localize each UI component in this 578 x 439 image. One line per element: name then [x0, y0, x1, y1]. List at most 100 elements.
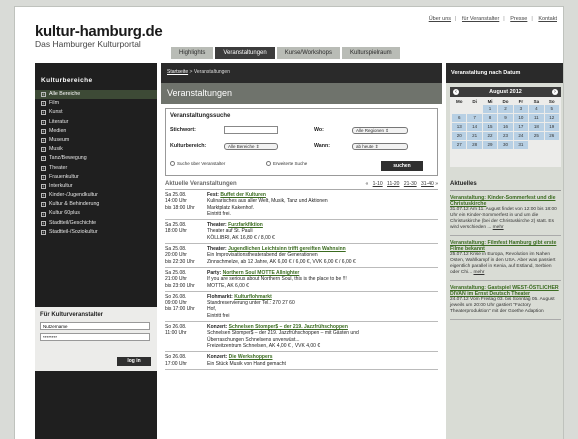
- calendar-day[interactable]: 28: [467, 141, 482, 149]
- pager-link[interactable]: 11-20: [387, 181, 399, 187]
- top-link-about[interactable]: Über uns: [429, 16, 451, 22]
- expand-icon[interactable]: +: [41, 211, 46, 217]
- when-select[interactable]: ab heute ⇕: [352, 143, 408, 150]
- event-title-link[interactable]: Buffet der Kulturen: [220, 192, 266, 198]
- expand-icon[interactable]: +: [41, 128, 46, 134]
- username-input[interactable]: [40, 322, 150, 330]
- news-more-link[interactable]: mehr: [473, 270, 484, 275]
- radio-extended-search[interactable]: Erweiterte Suche: [266, 161, 307, 166]
- radio-organizer-search[interactable]: Suche über Veranstalter: [170, 161, 225, 166]
- calendar-day[interactable]: 3: [513, 105, 529, 113]
- event-title-link[interactable]: Schnelsen Stomper$ – der 219. Jazzfrühsc…: [229, 324, 348, 330]
- calendar-day[interactable]: 20: [452, 132, 467, 140]
- news-title-link[interactable]: Veranstaltung: Filmfest Hamburg gibt ers…: [450, 240, 561, 252]
- calendar-day[interactable]: 27: [452, 141, 467, 149]
- expand-icon[interactable]: +: [41, 147, 46, 153]
- sidebar-item[interactable]: + Medien: [35, 127, 157, 136]
- calendar-day[interactable]: 31: [513, 141, 529, 149]
- pager-link[interactable]: 1-10: [373, 181, 383, 187]
- search-button[interactable]: suchen: [381, 161, 423, 171]
- tab-highlights[interactable]: Highlights: [171, 47, 214, 59]
- site-logo-title[interactable]: kultur-hamburg.de: [35, 23, 163, 40]
- calendar-day[interactable]: 7: [467, 114, 482, 122]
- next-month-icon[interactable]: ›: [552, 89, 558, 95]
- expand-icon[interactable]: +: [41, 119, 46, 125]
- calendar-day[interactable]: 18: [529, 123, 544, 131]
- tab-courses[interactable]: Kurse/Workshops: [276, 47, 340, 59]
- expand-icon[interactable]: +: [41, 229, 46, 235]
- login-button[interactable]: log in: [117, 357, 151, 366]
- pager-next-icon[interactable]: »: [435, 181, 438, 187]
- sidebar-item[interactable]: + Musik: [35, 145, 157, 154]
- pager-link[interactable]: 21-30: [404, 181, 417, 187]
- pager-prev-icon[interactable]: «: [365, 181, 368, 187]
- expand-icon[interactable]: +: [41, 202, 46, 208]
- sidebar-item[interactable]: + Kultur 60plus: [35, 209, 157, 218]
- sidebar-item[interactable]: + Tanz/Bewegung: [35, 154, 157, 163]
- calendar-day[interactable]: 8: [482, 114, 498, 122]
- calendar-day[interactable]: 11: [529, 114, 544, 122]
- expand-icon[interactable]: +: [41, 110, 46, 116]
- calendar-day[interactable]: 5: [544, 105, 559, 113]
- calendar-day[interactable]: 15: [482, 123, 498, 131]
- sidebar-item[interactable]: + Alle Bereiche: [35, 90, 157, 100]
- calendar-day[interactable]: 22: [482, 132, 498, 140]
- sidebar-item[interactable]: + Interkultur: [35, 182, 157, 191]
- expand-icon[interactable]: +: [41, 174, 46, 180]
- calendar-day[interactable]: 12: [544, 114, 559, 122]
- event-title-link[interactable]: Furzfarkfiktion: [228, 222, 263, 228]
- expand-icon[interactable]: +: [41, 165, 46, 171]
- sidebar-item[interactable]: + Theater: [35, 164, 157, 173]
- calendar-day[interactable]: 30: [498, 141, 513, 149]
- calendar-day[interactable]: 14: [467, 123, 482, 131]
- prev-month-icon[interactable]: ‹: [453, 89, 459, 95]
- sidebar-item[interactable]: + Frauenkultur: [35, 173, 157, 182]
- calendar-day[interactable]: 13: [452, 123, 467, 131]
- calendar-day[interactable]: 4: [529, 105, 544, 113]
- calendar-day[interactable]: 10: [513, 114, 529, 122]
- breadcrumb-home[interactable]: Startseite: [167, 69, 188, 75]
- sidebar-item[interactable]: + Kultur & Behinderung: [35, 200, 157, 209]
- top-link-organizers[interactable]: für Veranstalter: [462, 16, 499, 22]
- calendar-day[interactable]: 17: [513, 123, 529, 131]
- tab-events[interactable]: Veranstaltungen: [215, 47, 275, 59]
- calendar-day[interactable]: 26: [544, 132, 559, 140]
- calendar-day[interactable]: 6: [452, 114, 467, 122]
- sidebar-item[interactable]: + Stadtteil-/Soziokultur: [35, 228, 157, 237]
- calendar-day[interactable]: 9: [498, 114, 513, 122]
- tab-culture-space[interactable]: Kulturspielraum: [341, 47, 400, 59]
- news-more-link[interactable]: mehr: [493, 225, 504, 230]
- calendar-day[interactable]: 25: [529, 132, 544, 140]
- calendar-day[interactable]: 16: [498, 123, 513, 131]
- event-title-link[interactable]: Kulturflohmarkt: [234, 294, 272, 300]
- expand-icon[interactable]: +: [41, 92, 46, 98]
- expand-icon[interactable]: +: [41, 156, 46, 162]
- calendar-day[interactable]: 21: [467, 132, 482, 140]
- expand-icon[interactable]: +: [41, 220, 46, 226]
- sidebar-item[interactable]: + Stadtteil/Geschichte: [35, 219, 157, 228]
- sidebar-item[interactable]: + Kinder-/Jugendkultur: [35, 191, 157, 200]
- news-title-link[interactable]: Veranstaltung: Kinder-Sommerfest und die…: [450, 195, 561, 207]
- area-select[interactable]: Alle Bereiche ⇕: [224, 143, 278, 150]
- expand-icon[interactable]: +: [41, 101, 46, 107]
- where-select[interactable]: Alle Regionen ⇕: [352, 127, 408, 134]
- calendar-day[interactable]: 2: [498, 105, 513, 113]
- password-input[interactable]: [40, 333, 150, 341]
- event-title-link[interactable]: Northern Soul MOTTE Allnighter: [223, 270, 300, 276]
- news-title-link[interactable]: Veranstaltung: Gastspiel WEST-ÖSTLICHER …: [450, 285, 561, 297]
- calendar-day[interactable]: 23: [498, 132, 513, 140]
- sidebar-item[interactable]: + Literatur: [35, 118, 157, 127]
- sidebar-item[interactable]: + Film: [35, 99, 157, 108]
- expand-icon[interactable]: +: [41, 183, 46, 189]
- sidebar-item[interactable]: + Kunst: [35, 108, 157, 117]
- expand-icon[interactable]: +: [41, 138, 46, 144]
- top-link-contact[interactable]: Kontakt: [538, 16, 557, 22]
- calendar-day[interactable]: 1: [482, 105, 498, 113]
- top-link-press[interactable]: Presse: [510, 16, 527, 22]
- calendar-day[interactable]: 24: [513, 132, 529, 140]
- event-title-link[interactable]: Die Werkshoppers: [229, 354, 273, 360]
- event-title-link[interactable]: Jugendlichen Leichtsinn trifft gereiften…: [228, 246, 346, 252]
- sidebar-item[interactable]: + Museum: [35, 136, 157, 145]
- pager-link[interactable]: 31-40: [421, 181, 434, 187]
- calendar-day[interactable]: 29: [482, 141, 498, 149]
